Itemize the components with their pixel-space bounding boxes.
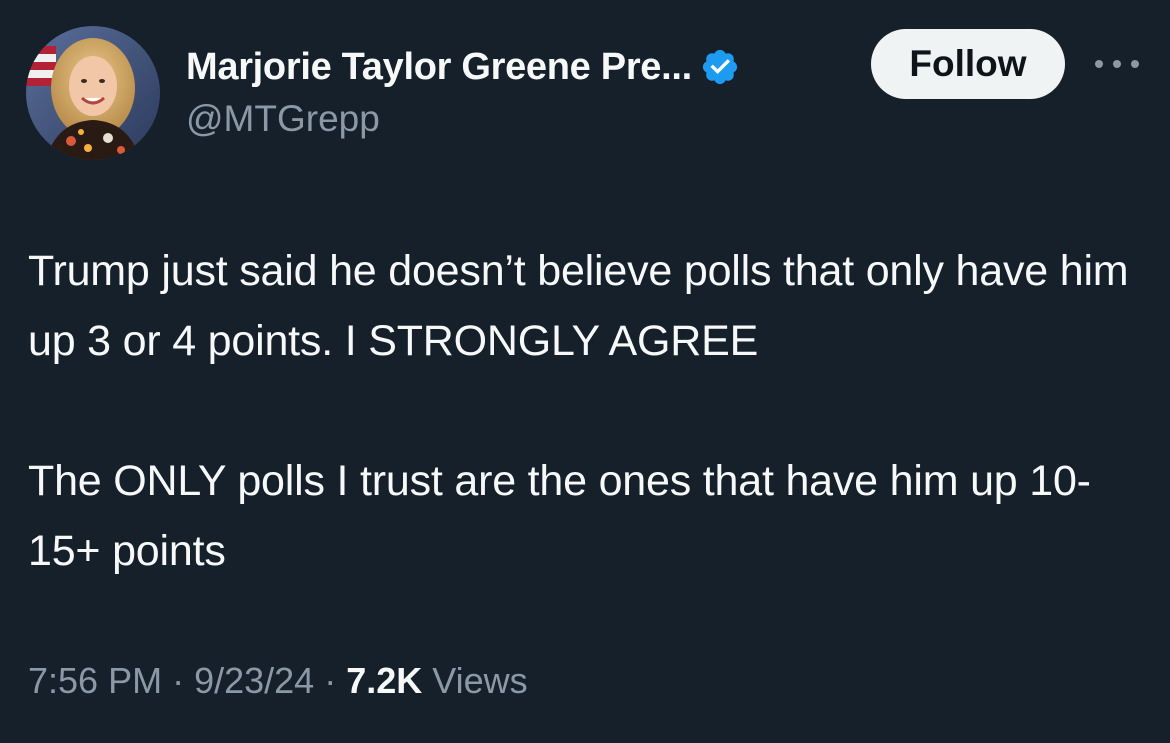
tweet-card: Marjorie Taylor Greene Pre... @MTGrepp F… <box>0 0 1170 743</box>
author-name-row: Marjorie Taylor Greene Pre... <box>186 44 740 90</box>
avatar[interactable] <box>26 26 160 160</box>
tweet-paragraph: The ONLY polls I trust are the ones that… <box>28 457 1091 575</box>
tweet-text: Trump just said he doesn’t believe polls… <box>28 236 1148 586</box>
tweet-paragraph: Trump just said he doesn’t believe polls… <box>28 247 1141 365</box>
more-dots-icon[interactable] <box>1092 50 1142 78</box>
tweet-time[interactable]: 7:56 PM <box>28 660 162 702</box>
tweet-date[interactable]: 9/23/24 <box>194 660 314 702</box>
meta-separator: · <box>172 660 185 701</box>
views-count[interactable]: 7.2K <box>346 660 422 702</box>
tweet-meta: 7:56 PM · 9/23/24 · 7.2K Views <box>28 660 528 702</box>
author-display-name[interactable]: Marjorie Taylor Greene Pre... <box>186 46 692 89</box>
author-handle[interactable]: @MTGrepp <box>186 98 380 140</box>
views-label[interactable]: Views <box>432 660 527 702</box>
verified-badge-icon[interactable] <box>700 47 740 87</box>
follow-button[interactable]: Follow <box>871 29 1065 99</box>
profile-photo-icon <box>26 26 160 160</box>
meta-separator: · <box>324 660 337 701</box>
